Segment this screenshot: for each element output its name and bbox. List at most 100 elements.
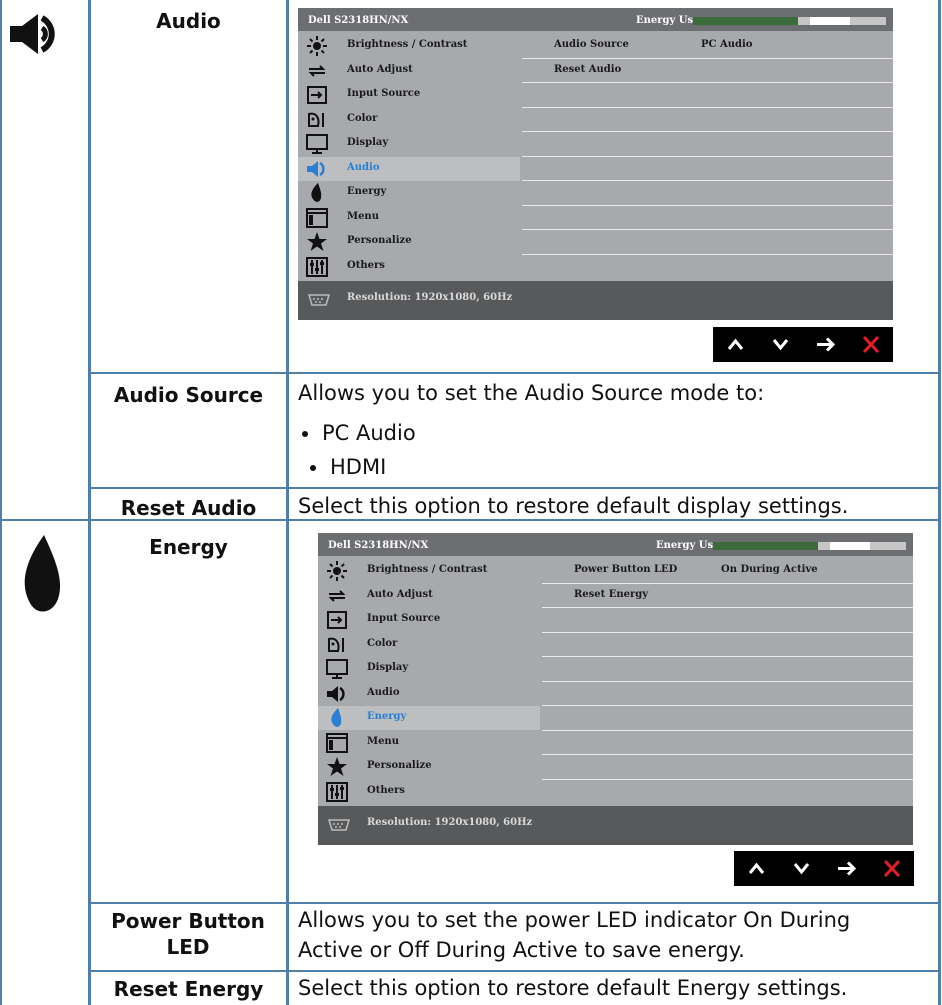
input-source-icon: [306, 85, 328, 105]
osd-menu-item-audio[interactable]: Audio: [318, 682, 540, 706]
table-border-left: [0, 0, 2, 1005]
panel-divider: [542, 705, 913, 706]
row-line: [88, 372, 941, 374]
others-icon: [326, 781, 348, 802]
energy-icon: [306, 183, 328, 203]
osd-menu-item-others[interactable]: Others: [298, 255, 520, 279]
panel-divider: [542, 656, 913, 657]
row-title-power-button-led: Power Button LED: [111, 909, 265, 959]
panel-option-label[interactable]: Reset Audio: [554, 64, 621, 75]
osd-menu: Brightness / Contrast Auto Adjust Input So…: [298, 31, 520, 281]
color-icon: [306, 110, 328, 130]
panel-option-label[interactable]: Reset Energy: [574, 589, 648, 600]
energy-use-bar: [693, 17, 886, 25]
up-arrow-icon[interactable]: [713, 327, 758, 362]
display-icon: [306, 134, 328, 154]
panel-option-label[interactable]: Power Button LED: [574, 564, 677, 575]
table-border-osd2-left: [286, 520, 289, 903]
osd-menu-item-color[interactable]: Color: [298, 108, 520, 132]
panel-option-value: On During Active: [721, 564, 818, 575]
others-icon: [306, 256, 328, 277]
speaker-icon: [306, 159, 328, 179]
osd-nav-energy: [734, 851, 914, 886]
color-icon: [326, 635, 348, 655]
panel-divider: [542, 631, 913, 633]
energy-use-fill: [693, 17, 798, 25]
osd-status-bar: Resolution: 1920x1080, 60Hz: [298, 281, 893, 320]
osd-menu-label: Display: [347, 137, 389, 148]
osd-menu-item-energy[interactable]: Energy: [298, 181, 520, 205]
resolution-status: Resolution: 1920x1080, 60Hz: [367, 817, 533, 828]
panel-divider: [522, 57, 893, 59]
energy-use-fill: [713, 542, 818, 550]
down-arrow-icon[interactable]: [779, 851, 824, 886]
row-desc-audio-source: Allows you to set the Audio Source mode …: [298, 381, 765, 405]
star-icon: [326, 757, 348, 777]
row-desc-power-button-led: Allows you to set the power LED indicato…: [298, 908, 851, 962]
osd-menu-item-personalize[interactable]: Personalize: [318, 755, 540, 779]
osd-menu-label: Others: [367, 784, 405, 796]
section-title-energy: Energy: [149, 535, 228, 559]
speaker-icon: [8, 10, 64, 62]
close-icon[interactable]: [848, 327, 893, 362]
auto-adjust-icon: [326, 586, 348, 606]
osd-menu-item-input-source[interactable]: Input Source: [298, 83, 520, 107]
up-arrow-icon[interactable]: [734, 851, 779, 886]
panel-divider: [522, 253, 893, 255]
osd-menu: Brightness / Contrast Auto Adjust Input So…: [318, 556, 540, 806]
energy-icon: [326, 708, 348, 728]
panel-divider: [542, 754, 913, 755]
panel-divider: [522, 155, 893, 157]
osd-menu-item-auto-adjust[interactable]: Auto Adjust: [298, 59, 520, 83]
bullet-hdmi: HDMI: [309, 452, 386, 482]
table-border-col2: [286, 373, 289, 520]
row-line: [88, 902, 941, 904]
panel-divider: [522, 106, 893, 108]
osd-menu-item-display[interactable]: Display: [298, 132, 520, 156]
energy-use-label: Energy Use: [636, 15, 700, 26]
resolution-status: Resolution: 1920x1080, 60Hz: [347, 292, 513, 303]
osd-menu-label: Color: [347, 112, 378, 124]
osd-energy: Dell S2318HN/NX Energy Use Brightness / Co…: [318, 533, 913, 845]
osd-menu-item-brightness-contrast[interactable]: Brightness / Contrast: [298, 34, 520, 58]
osd-menu-item-menu[interactable]: Menu: [318, 731, 540, 755]
osd-menu-label: Audio: [367, 686, 400, 698]
osd-menu-item-energy[interactable]: Energy: [318, 706, 540, 730]
menu-icon: [326, 732, 348, 753]
table-border-right: [938, 0, 941, 1005]
energy-icon: [22, 535, 62, 619]
osd-model-title: Dell S2318HN/NX: [308, 15, 409, 26]
close-icon[interactable]: [869, 851, 914, 886]
panel-divider: [542, 607, 913, 608]
panel-divider: [522, 204, 893, 206]
osd-menu-item-display[interactable]: Display: [318, 657, 540, 681]
down-arrow-icon[interactable]: [758, 327, 803, 362]
panel-divider: [522, 229, 893, 230]
osd-menu-item-personalize[interactable]: Personalize: [298, 230, 520, 254]
right-arrow-icon[interactable]: [803, 327, 848, 362]
star-icon: [306, 232, 328, 252]
osd-menu-item-audio[interactable]: Audio: [298, 156, 520, 181]
energy-use-marker: [830, 542, 870, 550]
menu-icon: [306, 207, 328, 228]
osd-status-bar: Resolution: 1920x1080, 60Hz: [318, 806, 913, 845]
osd-menu-label: Auto Adjust: [347, 63, 413, 75]
panel-option-label[interactable]: Audio Source: [554, 39, 629, 50]
osd-model-title: Dell S2318HN/NX: [328, 540, 429, 551]
osd-menu-label: Menu: [367, 735, 399, 747]
osd-menu-item-color[interactable]: Color: [318, 633, 540, 657]
panel-divider: [542, 680, 913, 682]
panel-divider: [542, 582, 913, 584]
right-arrow-icon[interactable]: [824, 851, 869, 886]
osd-menu-label: Personalize: [367, 760, 432, 771]
osd-menu-label: Brightness / Contrast: [367, 564, 488, 575]
osd-menu-label: Brightness / Contrast: [347, 39, 468, 50]
osd-menu-item-auto-adjust[interactable]: Auto Adjust: [318, 584, 540, 608]
osd-menu-item-input-source[interactable]: Input Source: [318, 608, 540, 632]
panel-divider: [542, 729, 913, 731]
table-border-col2b: [286, 903, 289, 1005]
osd-menu-label: Display: [367, 662, 409, 673]
osd-menu-item-menu[interactable]: Menu: [298, 206, 520, 230]
osd-menu-item-others[interactable]: Others: [318, 780, 540, 804]
osd-menu-item-brightness-contrast[interactable]: Brightness / Contrast: [318, 559, 540, 583]
